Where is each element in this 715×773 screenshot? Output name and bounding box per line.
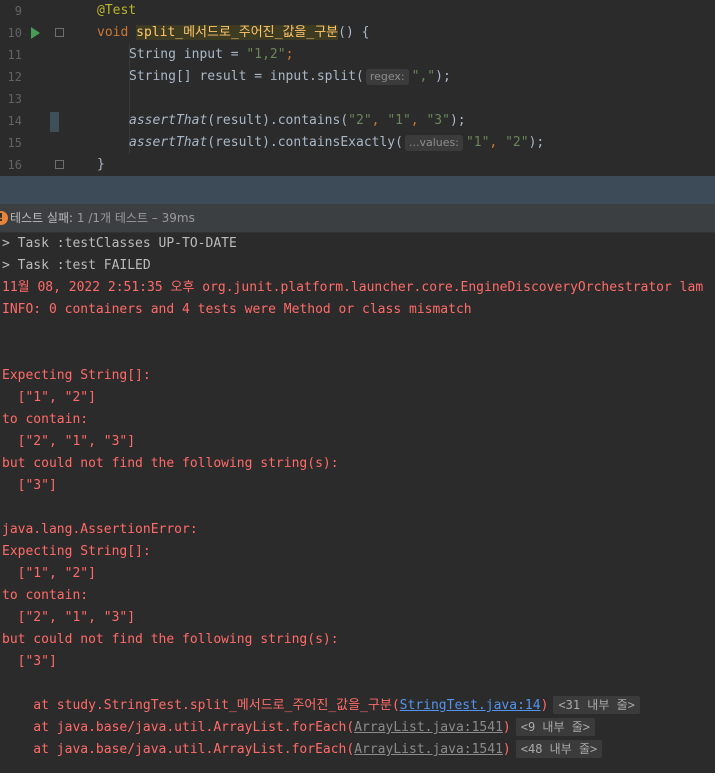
stack-frame-text: at java.base/java.util.ArrayList.forEach… [2, 720, 355, 735]
code-text: (result).contains( [207, 113, 349, 128]
line-number: 10 [7, 26, 22, 40]
line-number: 9 [14, 4, 22, 18]
test-count: 1 /1개 테스트 – 39ms [73, 211, 195, 225]
code-text: () { [338, 25, 370, 40]
string-literal: "," [411, 69, 436, 84]
fold-icon[interactable] [55, 28, 64, 37]
console-line: ["3"] [2, 654, 57, 669]
line-number: 16 [7, 158, 22, 172]
keyword: void [97, 25, 129, 40]
code-line[interactable]: 16 } [0, 154, 715, 176]
code-line[interactable]: 10 void split_메서드로_주어진_값을_구분() { [0, 22, 715, 44]
stack-frame-text: at study.StringTest.split_메서드로_주어진_값을_구분… [2, 698, 400, 713]
code-line[interactable]: 12 String[] result = input.split(regex: "… [0, 66, 715, 88]
console-output[interactable]: > Task :testClasses UP-TO-DATE > Task :t… [0, 233, 715, 773]
stack-frame-text: ) [502, 742, 511, 757]
console-line: 11월 08, 2022 2:51:35 오후 org.junit.platfo… [2, 280, 704, 295]
stack-frame-text: ) [502, 720, 511, 735]
code-line[interactable]: 9 @Test [0, 0, 715, 22]
collapsed-lines-button[interactable]: <9 내부 줄> [515, 718, 595, 736]
comma: , [410, 113, 427, 128]
fold-icon[interactable] [55, 160, 64, 169]
code-text: input = [175, 47, 247, 62]
closing-brace: } [97, 157, 105, 172]
comma: , [489, 135, 506, 150]
code-text: ); [435, 69, 451, 84]
console-line: > Task :test FAILED [2, 258, 151, 273]
string-literal: "2" [348, 113, 372, 128]
code-line[interactable]: 13 [0, 88, 715, 110]
parameter-hint: ...values: [404, 135, 463, 151]
string-literal: "1" [387, 113, 411, 128]
console-line: to contain: [2, 588, 89, 603]
stack-trace-line: at java.base/java.util.ArrayList.forEach… [2, 739, 603, 761]
code-text: ); [528, 135, 545, 150]
line-number: 12 [7, 70, 22, 84]
collapsed-lines-button[interactable]: <31 내부 줄> [553, 696, 640, 714]
console-line: ["2", "1", "3"] [2, 610, 136, 625]
console-line: ["1", "2"] [2, 390, 96, 405]
annotation: @Test [97, 3, 137, 18]
string-literal: "2" [505, 135, 529, 150]
line-number: 14 [7, 114, 22, 128]
line-number: 13 [7, 92, 22, 106]
source-link[interactable]: ArrayList.java:1541 [354, 720, 503, 735]
collapsed-lines-button[interactable]: <48 내부 줄> [515, 740, 603, 758]
stack-frame-text: at java.base/java.util.ArrayList.forEach… [2, 742, 355, 757]
string-literal: "3" [426, 113, 450, 128]
test-status-bar: ! 테스트 실패: 1 /1개 테스트 – 39ms [0, 204, 715, 233]
type-name: String [129, 47, 176, 62]
test-failed-label: 테스트 실패: [10, 211, 74, 225]
warning-icon: ! [0, 211, 8, 225]
console-line: ["2", "1", "3"] [2, 434, 136, 449]
code-text: ); [449, 113, 466, 128]
code-line[interactable]: 15 assertThat(result).containsExactly(..… [0, 132, 715, 154]
method-call: assertThat [129, 135, 208, 150]
console-line: Expecting String[]: [2, 544, 151, 559]
code-text: (result).containsExactly( [207, 135, 403, 150]
method-call: assertThat [129, 113, 208, 128]
code-line[interactable]: 14 assertThat(result).contains("2", "1",… [0, 110, 715, 132]
panel-splitter[interactable] [0, 176, 715, 204]
console-line: Expecting String[]: [2, 368, 151, 383]
console-line: INFO: 0 containers and 4 tests were Meth… [2, 302, 472, 317]
source-link[interactable]: StringTest.java:14 [400, 698, 541, 713]
source-link[interactable]: ArrayList.java:1541 [354, 742, 503, 757]
console-line: ["3"] [2, 478, 57, 493]
line-number: 15 [7, 136, 22, 150]
stack-trace-line: at study.StringTest.split_메서드로_주어진_값을_구분… [2, 695, 640, 717]
console-line: but could not find the following string(… [2, 456, 339, 471]
stack-trace-line: at java.base/java.util.ArrayList.forEach… [2, 717, 595, 739]
parameter-hint: regex: [365, 69, 409, 85]
line-number: 11 [7, 48, 22, 62]
console-line: but could not find the following string(… [2, 632, 339, 647]
stack-frame-text: ) [540, 698, 549, 713]
code-line[interactable]: 11 String input = "1,2"; [0, 44, 715, 66]
type-name: String[] [129, 69, 192, 84]
comma: , [371, 113, 388, 128]
string-literal: "1" [465, 135, 490, 150]
method-name: split_메서드로_주어진_값을_구분 [136, 25, 339, 40]
code-text: result = input.split( [191, 69, 364, 84]
semicolon: ; [285, 47, 294, 62]
code-editor[interactable]: 9 @Test 10 void split_메서드로_주어진_값을_구분() {… [0, 0, 715, 176]
console-line: > Task :testClasses UP-TO-DATE [2, 236, 237, 251]
string-literal: "1,2" [246, 47, 286, 62]
run-test-icon[interactable] [31, 27, 40, 39]
console-line: ["1", "2"] [2, 566, 96, 581]
console-line: java.lang.AssertionError: [2, 522, 198, 537]
console-line: to contain: [2, 412, 89, 427]
